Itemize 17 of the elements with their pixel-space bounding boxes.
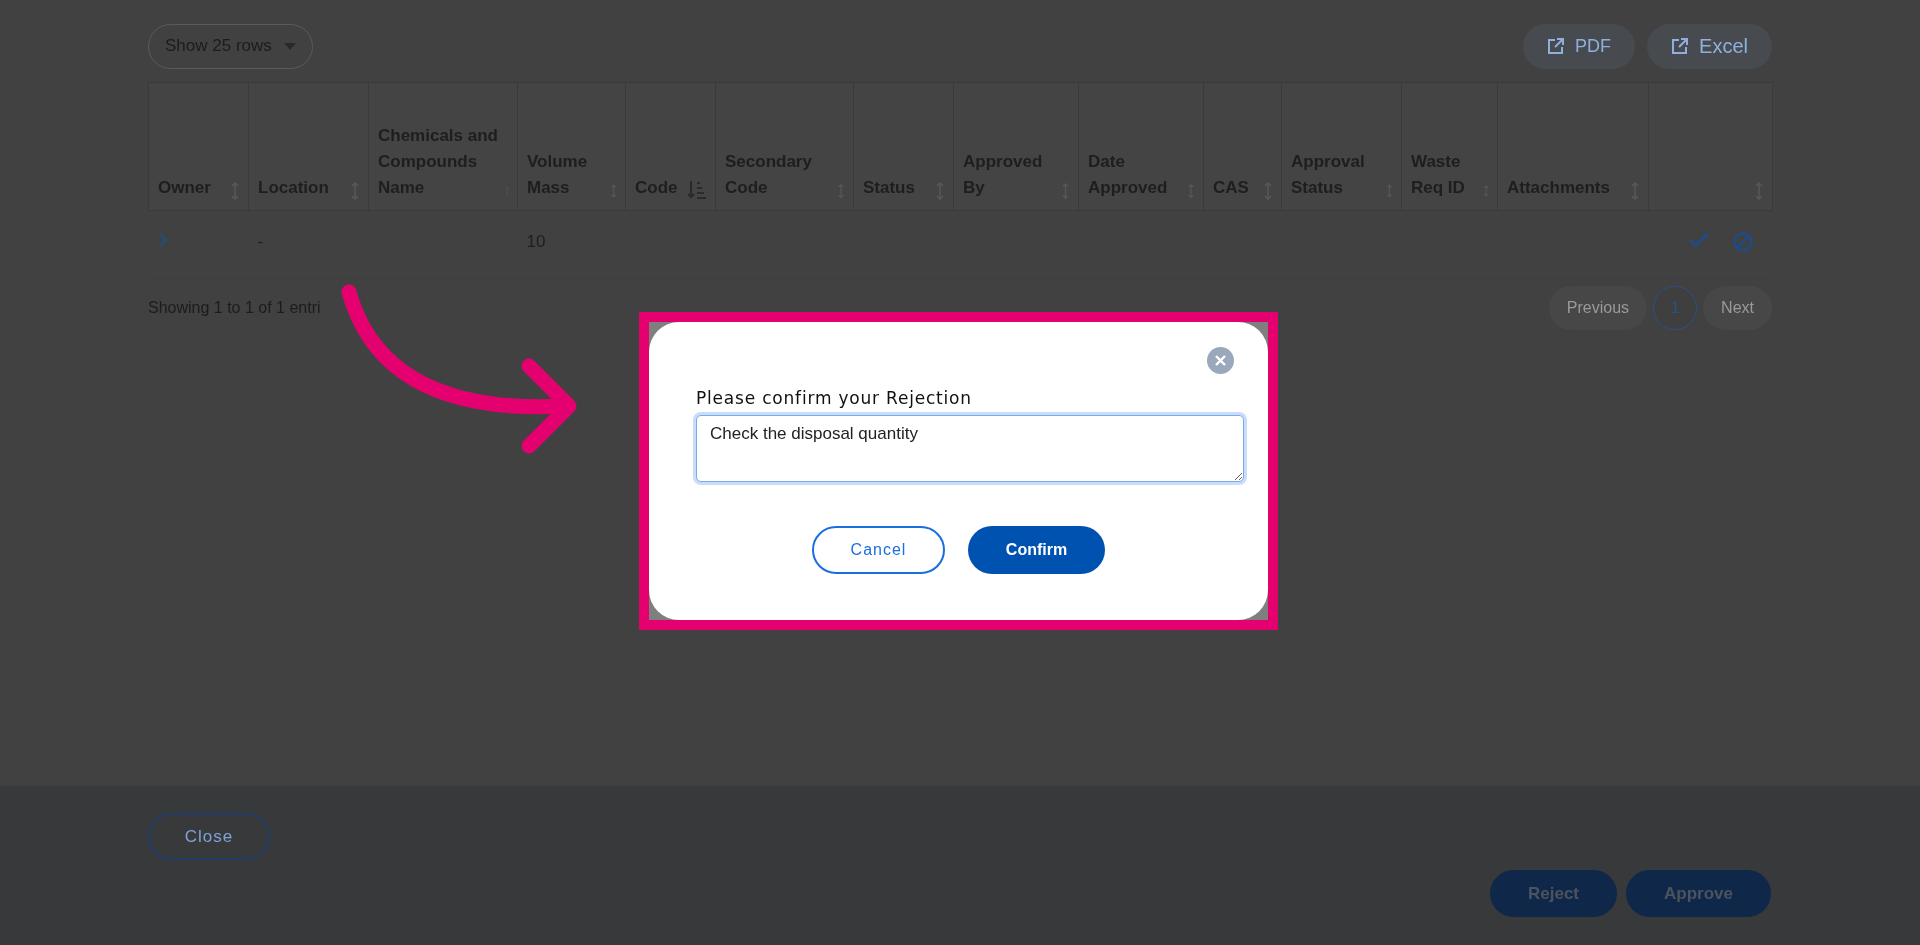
- table-cell: -: [257, 232, 264, 251]
- share-icon: [1547, 37, 1566, 55]
- caret-icon: [283, 42, 296, 50]
- confirm-button[interactable]: Confirm: [968, 526, 1105, 574]
- block-icon[interactable]: [1731, 231, 1754, 253]
- sort-descending-icon[interactable]: [687, 179, 707, 201]
- close-icon: [1215, 355, 1226, 366]
- cancel-button[interactable]: Cancel: [812, 526, 945, 574]
- dialog-title: Please confirm your Rejection: [696, 388, 973, 408]
- share-icon: [1671, 37, 1690, 55]
- check-icon[interactable]: [1687, 231, 1710, 249]
- chevron-right-icon[interactable]: [157, 233, 168, 247]
- comment-field[interactable]: Check the disposal quantity: [696, 415, 1244, 482]
- close-button[interactable]: [1207, 347, 1234, 374]
- export-button[interactable]: PDF: [1523, 23, 1636, 69]
- close-button[interactable]: Close: [148, 813, 270, 860]
- export-button[interactable]: Excel: [1647, 23, 1772, 69]
